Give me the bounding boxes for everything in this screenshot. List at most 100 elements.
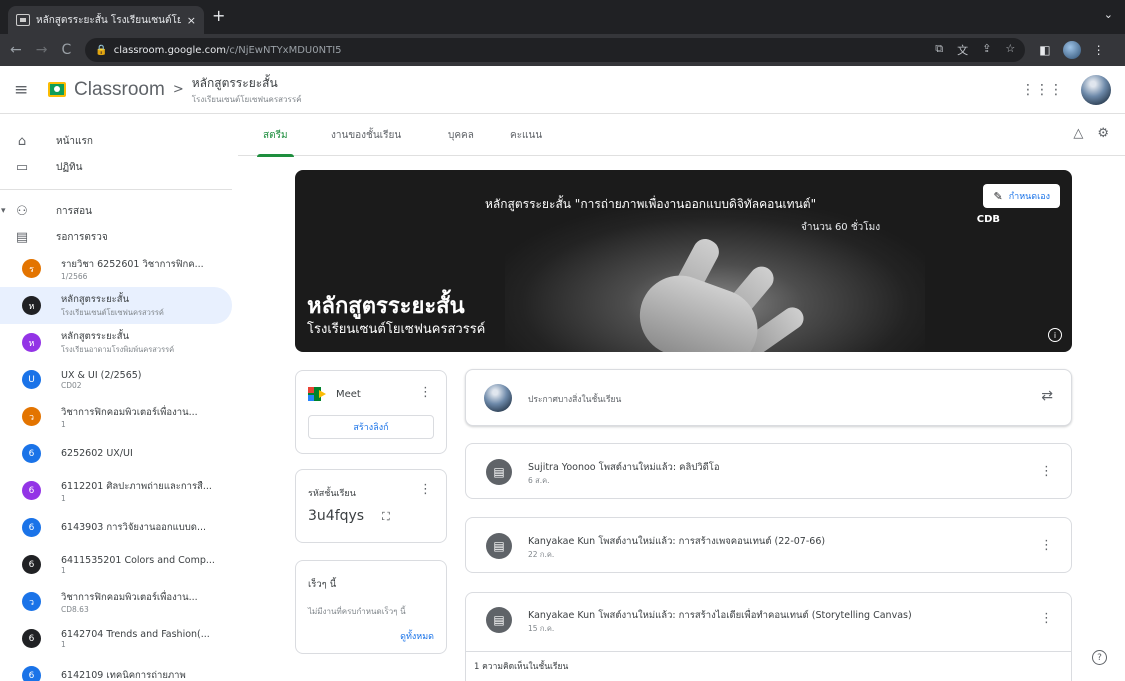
class-subtitle: โรงเรียนเซนต์โยเซฟนครสวรรค์ xyxy=(191,94,302,104)
class-item-name: 6142109 เทคนิคการถ่ายภาพ xyxy=(61,670,186,681)
class-item-subtitle: CD02 xyxy=(61,380,82,390)
lock-icon[interactable]: 🔒 xyxy=(95,45,107,56)
class-item-subtitle: โรงเรียนอาดามโรงพิมพ์นครสวรรค์ xyxy=(61,345,175,354)
class-avatar: ว xyxy=(22,407,41,426)
sidebar-class-item[interactable]: 6 6252602 UX/UI xyxy=(0,435,232,472)
drive-icon[interactable]: △ xyxy=(1073,126,1083,141)
translate-icon[interactable]: 文 xyxy=(957,42,968,58)
reload-icon[interactable]: C xyxy=(61,42,71,58)
class-avatar: ห xyxy=(22,296,41,315)
announce-placeholder[interactable]: ประกาศบางสิ่งในชั้นเรียน xyxy=(528,392,621,406)
class-item-name: 6143903 การวิจัยงานออกแบบด... xyxy=(61,522,207,533)
sidebar-class-item[interactable]: ร รายวิชา 6252601 วิชาการฟิกค... 1/2566 xyxy=(0,250,232,287)
class-item-name: รายวิชา 6252601 วิชาการฟิกค... xyxy=(61,258,204,270)
sidebar-item-calendar[interactable]: ▭ ปฏิทิน xyxy=(0,154,238,180)
sidebar-class-item[interactable]: 6 6112201 ศิลปะภาพถ่ายและการสื... 1 xyxy=(0,472,232,509)
class-item-subtitle: 1/2566 xyxy=(61,271,88,281)
expand-chevron-icon[interactable]: ▾ xyxy=(1,206,6,216)
bookmark-star-icon[interactable]: ☆ xyxy=(1005,42,1015,58)
meet-more-icon[interactable]: ⋮ xyxy=(419,385,432,400)
tab-people[interactable]: บุคคล xyxy=(448,114,474,156)
class-item-text: UX & UI (2/2565) CD02 xyxy=(61,370,142,390)
class-item-text: หลักสูตรระยะสั้น โรงเรียนเซนต์โยเซฟนครสวร… xyxy=(61,292,164,319)
browser-extensions: ◧ ⋮ xyxy=(1039,41,1105,59)
sidebar-item-home[interactable]: ⌂ หน้าแรก xyxy=(0,128,238,154)
google-apps-icon[interactable]: ⋮⋮⋮ xyxy=(1021,82,1063,98)
class-comments-link[interactable]: 1 ความคิดเห็นในชั้นเรียน xyxy=(474,659,568,673)
class-item-name: 6112201 ศิลปะภาพถ่ายและการสื... xyxy=(61,480,212,492)
view-all-link[interactable]: ดูทั้งหมด xyxy=(400,629,434,643)
main-menu-icon[interactable]: ≡ xyxy=(14,80,42,100)
post-divider xyxy=(466,651,1071,652)
calendar-icon: ▭ xyxy=(15,159,29,175)
upcoming-title: เร็วๆ นี้ xyxy=(308,579,337,590)
forward-arrow-icon[interactable]: → xyxy=(36,42,48,58)
meet-header: Meet xyxy=(308,387,361,401)
sidebar-class-item[interactable]: 6 6142109 เทคนิคการถ่ายภาพ xyxy=(0,657,232,681)
browser-profile-avatar[interactable] xyxy=(1062,41,1081,59)
sidebar-item-to-review[interactable]: ▤ รอการตรวจ xyxy=(0,224,238,250)
class-item-subtitle: โรงเรียนเซนต์โยเซฟนครสวรรค์ xyxy=(61,308,164,317)
url-field[interactable]: 🔒 classroom.google.com/c/NjEwNTYxMDU0NTI… xyxy=(85,38,1026,62)
address-bar-row: ← → C 🔒 classroom.google.com/c/NjEwNTYxM… xyxy=(0,34,1125,66)
tab-stream[interactable]: สตรีม xyxy=(257,114,294,157)
fullscreen-icon[interactable]: ⛶ xyxy=(382,510,390,524)
sidebar-class-item[interactable]: ห หลักสูตรระยะสั้น โรงเรียนอาดามโรงพิมพ์นค… xyxy=(0,324,232,361)
browser-menu-icon[interactable]: ⋮ xyxy=(1093,43,1105,57)
install-app-icon[interactable]: ⧉ xyxy=(935,42,943,58)
classroom-brand[interactable]: Classroom xyxy=(74,79,165,101)
sidebar-class-item[interactable]: ว วิชาการฟิกคอมพิวเตอร์เพื่องาน... CD8.63 xyxy=(0,583,232,620)
classroom-logo-icon[interactable] xyxy=(48,82,66,97)
banner-class-section: โรงเรียนเซนต์โยเซฟนครสวรรค์ xyxy=(307,322,486,337)
class-code-value: 3u4fqys xyxy=(308,508,365,524)
close-tab-icon[interactable]: × xyxy=(187,14,196,27)
class-tabs: สตรีม งานของชั้นเรียน บุคคล คะแนน △ ⚙ xyxy=(238,114,1125,157)
sidebar-class-item[interactable]: U UX & UI (2/2565) CD02 xyxy=(0,361,232,398)
tab-classwork[interactable]: งานของชั้นเรียน xyxy=(331,114,401,156)
post-card[interactable]: ▤ Kanyakae Kun โพสต์งานใหม่แล้ว: การสร้า… xyxy=(465,517,1072,573)
post-title: Sujitra Yoonoo โพสต์งานใหม่แล้ว: คลิปวิด… xyxy=(528,462,720,473)
help-icon[interactable]: ? xyxy=(1092,650,1107,665)
new-tab-button[interactable]: + xyxy=(212,6,225,25)
class-item-text: วิชาการฟิกคอมพิวเตอร์เพื่องาน... 1 xyxy=(61,405,198,429)
post-more-icon[interactable]: ⋮ xyxy=(1040,538,1053,553)
info-icon[interactable]: i xyxy=(1048,328,1062,342)
sidebar-class-item[interactable]: 6 6411535201 Colors and Comp... 1 xyxy=(0,546,232,583)
assignment-icon: ▤ xyxy=(486,607,512,633)
post-card[interactable]: ▤ Sujitra Yoonoo โพสต์งานใหม่แล้ว: คลิปว… xyxy=(465,443,1072,499)
sidebar-class-item[interactable]: 6 6142704 Trends and Fashion(... 1 xyxy=(0,620,232,657)
post-more-icon[interactable]: ⋮ xyxy=(1040,464,1053,479)
upcoming-card: เร็วๆ นี้ ไม่มีงานที่ครบกำหนดเร็วๆ นี้ ด… xyxy=(295,560,447,654)
announce-box[interactable]: ประกาศบางสิ่งในชั้นเรียน ⇄ xyxy=(465,369,1072,426)
sidebar-class-item[interactable]: ว วิชาการฟิกคอมพิวเตอร์เพื่องาน... 1 xyxy=(0,398,232,435)
breadcrumb: หลักสูตรระยะสั้น โรงเรียนเซนต์โยเซฟนครสว… xyxy=(192,74,302,106)
post-more-icon[interactable]: ⋮ xyxy=(1040,611,1053,626)
class-code-more-icon[interactable]: ⋮ xyxy=(419,482,432,497)
tab-search-chevron-icon[interactable]: ⌄ xyxy=(1104,8,1113,21)
post-header[interactable]: ▤ Kanyakae Kun โพสต์งานใหม่แล้ว: การสร้า… xyxy=(466,593,1071,647)
sidebar-class-item[interactable]: ห หลักสูตรระยะสั้น โรงเรียนเซนต์โยเซฟนครสว… xyxy=(0,287,232,324)
settings-gear-icon[interactable]: ⚙ xyxy=(1097,126,1109,141)
class-avatar: 6 xyxy=(22,518,41,537)
customize-button[interactable]: ✎ กำหนดเอง xyxy=(983,184,1060,208)
back-arrow-icon[interactable]: ← xyxy=(10,42,22,58)
repost-icon[interactable]: ⇄ xyxy=(1041,388,1053,404)
class-item-text: 6112201 ศิลปะภาพถ่ายและการสื... 1 xyxy=(61,479,212,503)
share-icon[interactable]: ⇪ xyxy=(982,42,991,58)
class-item-name: UX & UI (2/2565) xyxy=(61,369,142,381)
generate-link-button[interactable]: สร้างลิงก์ xyxy=(308,415,434,439)
account-avatar[interactable] xyxy=(1081,75,1111,105)
tab-grades[interactable]: คะแนน xyxy=(510,114,542,156)
browser-tab[interactable]: หลักสูตรระยะสั้น โรงเรียนเซนต์โย... × xyxy=(8,6,204,34)
class-item-text: 6411535201 Colors and Comp... 1 xyxy=(61,555,215,575)
sidebar-item-teaching[interactable]: ▾ ⚇ การสอน xyxy=(0,198,238,224)
sidepanel-icon[interactable]: ◧ xyxy=(1039,43,1050,57)
class-code-card: รหัสชั้นเรียน ⋮ 3u4fqys ⛶ xyxy=(295,469,447,543)
breadcrumb-chevron-icon: > xyxy=(172,82,184,97)
class-item-name: 6252602 UX/UI xyxy=(61,448,133,459)
sidebar-item-label: ปฏิทิน xyxy=(56,161,83,173)
post-title: Kanyakae Kun โพสต์งานใหม่แล้ว: การสร้างไ… xyxy=(528,610,912,621)
sidebar-class-item[interactable]: 6 6143903 การวิจัยงานออกแบบด... xyxy=(0,509,232,546)
pencil-icon: ✎ xyxy=(993,189,1003,203)
upcoming-empty-text: ไม่มีงานที่ครบกำหนดเร็วๆ นี้ xyxy=(308,607,406,616)
